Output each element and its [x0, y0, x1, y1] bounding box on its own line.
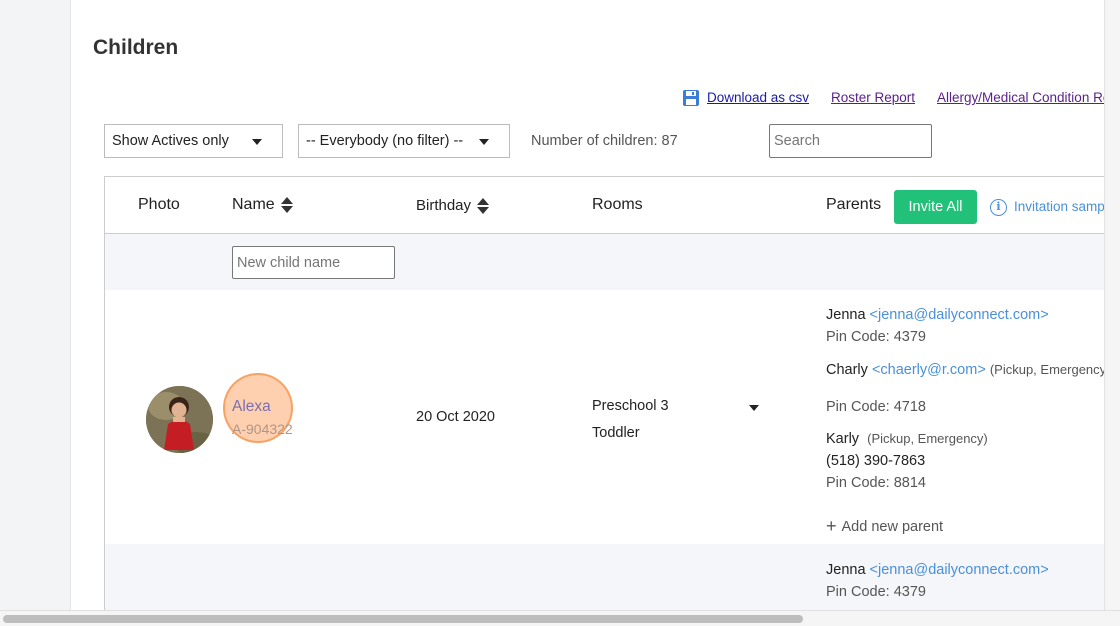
- parent-name: Jenna: [826, 562, 866, 578]
- photo-column-header: Photo: [138, 196, 180, 213]
- birthday-column-header[interactable]: Birthday: [416, 197, 490, 215]
- status-filter-select[interactable]: Show Actives only: [104, 124, 283, 158]
- parent-roles: (Pickup, Emergency: [989, 362, 1104, 377]
- name-column-header[interactable]: Name: [232, 196, 293, 214]
- rooms-column-header: Rooms: [592, 196, 643, 213]
- info-icon[interactable]: i: [990, 199, 1007, 216]
- chevron-down-icon[interactable]: [749, 405, 759, 411]
- status-filter-value: Show Actives only: [112, 133, 229, 149]
- parent-roles: (Pickup, Emergency): [867, 431, 988, 446]
- scrollbar-thumb[interactable]: [3, 615, 803, 623]
- parent-pin: Pin Code: 8814: [826, 475, 926, 491]
- parent-name: Karly: [826, 431, 860, 447]
- parent-line: Charly <chaerly@r.com> (Pickup, Emergenc…: [826, 362, 1104, 378]
- parent-line: Jenna <jenna@dailyconnect.com>: [826, 307, 1049, 323]
- sort-icon[interactable]: [477, 198, 490, 215]
- parent-name: Charly: [826, 362, 868, 378]
- room-name: Toddler: [592, 425, 640, 441]
- parents-column-header: Parents: [826, 196, 882, 213]
- table-header: Photo Name Birthday Rooms Parents Invite…: [105, 177, 1104, 234]
- roster-report-link[interactable]: Roster Report: [831, 90, 915, 105]
- group-filter-value: -- Everybody (no filter) --: [306, 133, 464, 149]
- child-birthday: 20 Oct 2020: [416, 409, 495, 425]
- avatar[interactable]: [146, 386, 213, 453]
- chevron-down-icon: [479, 139, 489, 145]
- horizontal-scrollbar[interactable]: [0, 610, 1120, 626]
- new-child-name-input[interactable]: [232, 246, 395, 279]
- children-table: Photo Name Birthday Rooms Parents Invite…: [104, 176, 1104, 610]
- plus-icon: +: [826, 516, 837, 536]
- allergy-report-link[interactable]: Allergy/Medical Condition Rep: [937, 90, 1104, 105]
- parent-line: Karly (Pickup, Emergency): [826, 431, 988, 447]
- page-title: Children: [93, 36, 179, 59]
- group-filter-select[interactable]: -- Everybody (no filter) --: [298, 124, 510, 158]
- search-input[interactable]: [769, 124, 932, 158]
- parent-pin: Pin Code: 4379: [826, 584, 926, 600]
- invitation-sample-link[interactable]: Invitation sampl: [1014, 199, 1104, 214]
- floppy-disk-icon[interactable]: [682, 89, 700, 107]
- table-row: Jenna <jenna@dailyconnect.com> Pin Code:…: [105, 544, 1104, 610]
- download-csv-link[interactable]: Download as csv: [707, 90, 809, 105]
- parent-email-link[interactable]: <jenna@dailyconnect.com>: [870, 307, 1049, 323]
- new-child-row: [105, 234, 1104, 290]
- parent-name: Jenna: [826, 307, 866, 323]
- add-parent-label: Add new parent: [841, 519, 944, 535]
- name-header-label: Name: [232, 196, 275, 213]
- child-name-link[interactable]: Alexa: [232, 398, 271, 416]
- add-parent-button[interactable]: + Add new parent: [826, 516, 943, 537]
- table-row: Alexa A-904322 20 Oct 2020 Preschool 3 T…: [105, 290, 1104, 544]
- parent-pin: Pin Code: 4379: [826, 329, 926, 345]
- children-count: Number of children: 87: [531, 133, 678, 149]
- chevron-down-icon: [252, 139, 262, 145]
- parent-email-link[interactable]: <chaerly@r.com>: [872, 362, 986, 378]
- vertical-scrollbar[interactable]: [1104, 0, 1120, 610]
- birthday-header-label: Birthday: [416, 197, 472, 214]
- parent-line: Jenna <jenna@dailyconnect.com>: [826, 562, 1049, 578]
- room-name: Preschool 3: [592, 398, 669, 414]
- parent-email-link[interactable]: <jenna@dailyconnect.com>: [870, 562, 1049, 578]
- parent-pin: Pin Code: 4718: [826, 399, 926, 415]
- parent-phone: (518) 390-7863: [826, 453, 926, 469]
- children-panel: Children Download as csv Roster Report A…: [70, 0, 1104, 610]
- child-code: A-904322: [232, 421, 293, 437]
- invite-all-button[interactable]: Invite All: [894, 190, 977, 224]
- sort-icon[interactable]: [280, 196, 293, 213]
